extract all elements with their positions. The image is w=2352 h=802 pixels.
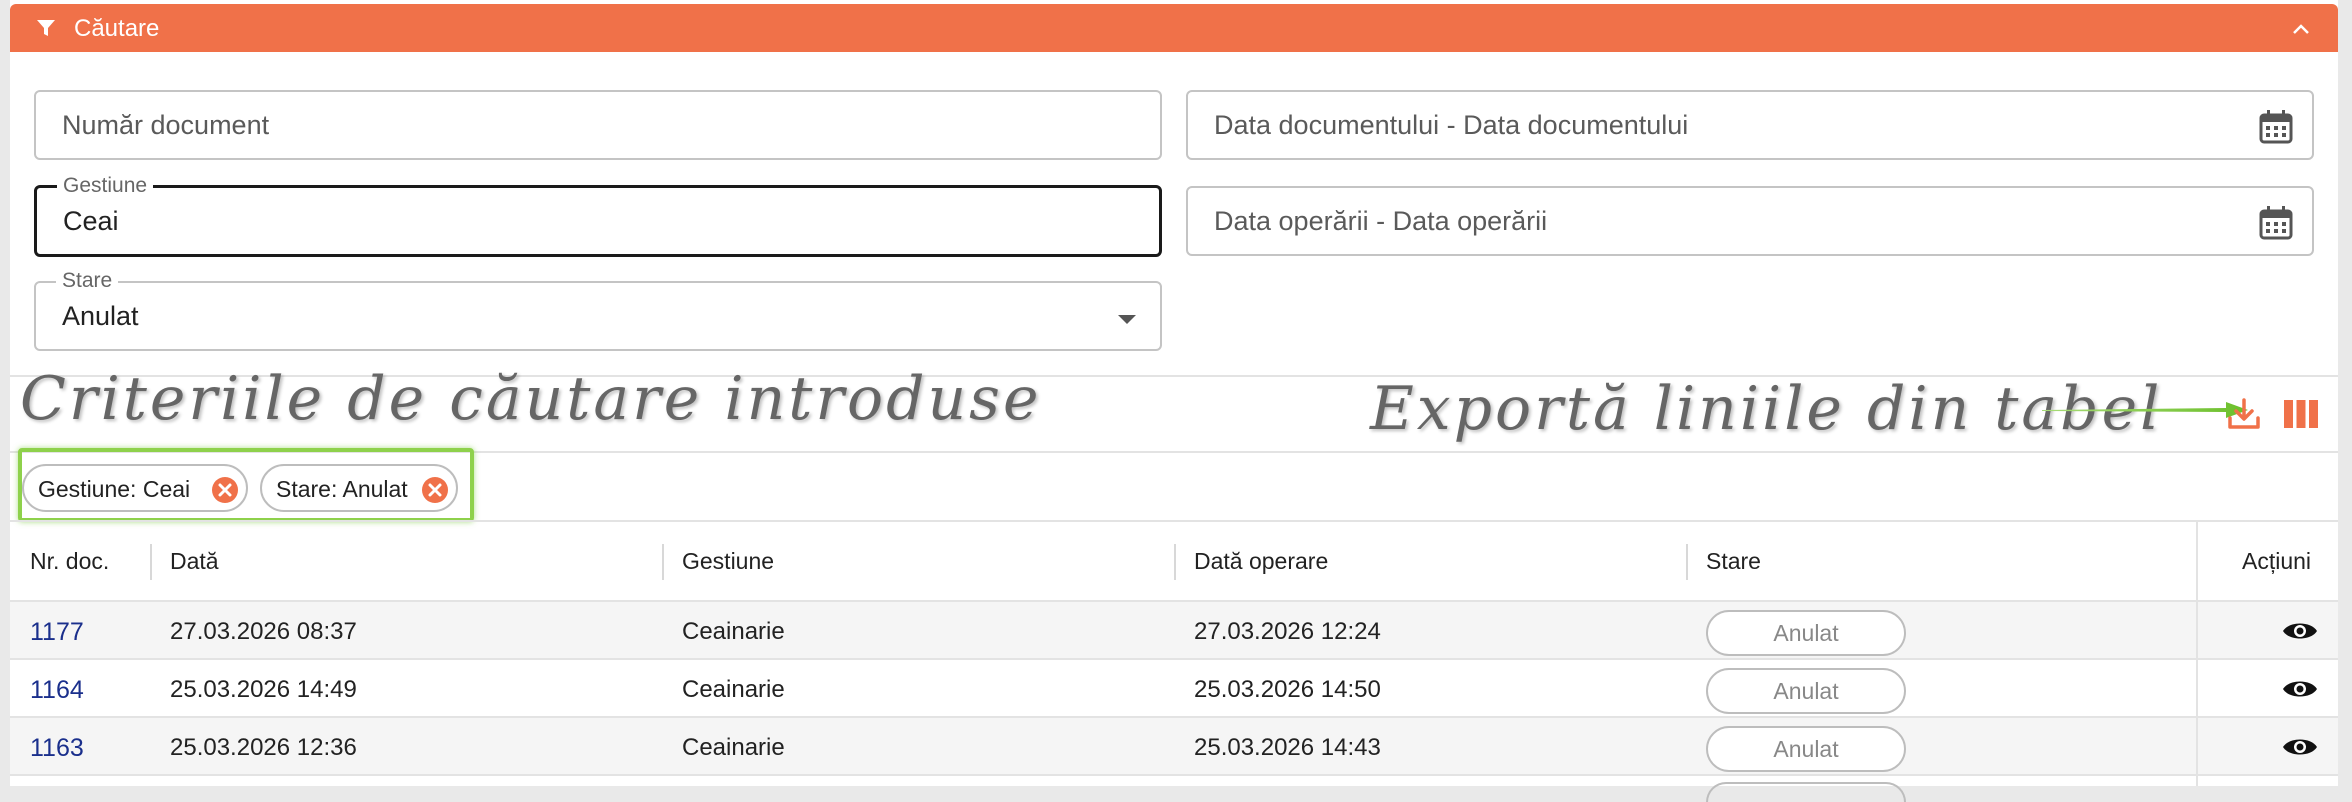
table-row: 1177 27.03.2026 08:37 Ceainarie 27.03.20… bbox=[10, 600, 2338, 658]
column-header-data-operare[interactable]: Dată operare bbox=[1194, 548, 1328, 575]
cell-data: 25.03.2026 12:36 bbox=[170, 734, 357, 761]
status-badge bbox=[1706, 782, 1906, 802]
cell-data: 25.03.2026 14:49 bbox=[170, 676, 357, 703]
numar-document-input[interactable]: Număr document bbox=[34, 90, 1162, 160]
cell-data-operare: 27.03.2026 12:24 bbox=[1194, 618, 1381, 645]
remove-chip-icon[interactable] bbox=[422, 477, 448, 503]
column-header-nr-doc[interactable]: Nr. doc. bbox=[30, 548, 109, 575]
cell-gestiune: Ceainarie bbox=[682, 618, 785, 645]
column-header-stare[interactable]: Stare bbox=[1706, 548, 1761, 575]
column-separator[interactable] bbox=[150, 544, 152, 580]
cell-data-operare: 25.03.2026 14:43 bbox=[1194, 734, 1381, 761]
data-documentului-input[interactable]: Data documentului - Data documentului bbox=[1186, 90, 2314, 160]
cell-gestiune: Ceainarie bbox=[682, 676, 785, 703]
data-operarii-input[interactable]: Data operării - Data operării bbox=[1186, 186, 2314, 256]
chip-label: Gestiune: Ceai bbox=[38, 476, 191, 502]
column-separator[interactable] bbox=[1174, 544, 1176, 580]
cell-data-operare: 25.03.2026 14:50 bbox=[1194, 676, 1381, 703]
numar-document-placeholder: Număr document bbox=[62, 110, 270, 140]
chevron-up-icon[interactable] bbox=[2290, 18, 2312, 40]
annotation-arrow-icon bbox=[2042, 402, 2248, 418]
doc-number-link[interactable]: 1164 bbox=[30, 676, 84, 705]
filter-icon bbox=[37, 20, 55, 36]
calendar-icon[interactable] bbox=[2258, 109, 2294, 145]
eye-icon[interactable] bbox=[2282, 619, 2318, 643]
column-separator[interactable] bbox=[1686, 544, 1688, 580]
filter-chip-stare[interactable]: Stare: Anulat bbox=[260, 464, 458, 512]
chip-label: Stare: Anulat bbox=[276, 476, 408, 502]
data-operarii-placeholder: Data operării - Data operării bbox=[1214, 206, 1548, 236]
doc-number-link[interactable]: 1163 bbox=[30, 734, 84, 763]
gestiune-label: Gestiune bbox=[57, 174, 154, 198]
status-badge: Anulat bbox=[1706, 610, 1906, 656]
stare-select[interactable]: Stare Anulat bbox=[34, 269, 1162, 351]
stare-label: Stare bbox=[56, 269, 119, 293]
column-header-actiuni: Acțiuni bbox=[2242, 548, 2312, 574]
stare-value: Anulat bbox=[62, 301, 139, 331]
divider bbox=[10, 520, 2338, 522]
column-header-gestiune[interactable]: Gestiune bbox=[682, 548, 774, 575]
table-row: 1163 25.03.2026 12:36 Ceainarie 25.03.20… bbox=[10, 716, 2338, 774]
filter-chip-gestiune[interactable]: Gestiune: Ceai bbox=[22, 464, 248, 512]
download-icon[interactable] bbox=[2226, 396, 2262, 432]
table-row bbox=[10, 774, 2338, 802]
status-badge: Anulat bbox=[1706, 726, 1906, 772]
eye-icon[interactable] bbox=[2282, 735, 2318, 759]
annotation-criteria: Criteriile de căutare introduse bbox=[20, 364, 1042, 434]
columns-icon[interactable] bbox=[2284, 400, 2318, 428]
doc-number-link[interactable]: 1177 bbox=[30, 618, 84, 647]
gestiune-input[interactable]: Gestiune Ceai bbox=[34, 174, 1162, 257]
remove-chip-icon[interactable] bbox=[212, 477, 238, 503]
data-documentului-placeholder: Data documentului - Data documentului bbox=[1214, 110, 1689, 140]
gestiune-value: Ceai bbox=[63, 206, 119, 236]
calendar-icon[interactable] bbox=[2258, 205, 2294, 241]
status-badge: Anulat bbox=[1706, 668, 1906, 714]
actions-column-separator bbox=[2196, 520, 2198, 786]
column-header-data[interactable]: Dată bbox=[170, 548, 219, 575]
cell-data: 27.03.2026 08:37 bbox=[170, 618, 357, 645]
eye-icon[interactable] bbox=[2282, 677, 2318, 701]
column-separator[interactable] bbox=[662, 544, 664, 580]
dropdown-arrow-icon[interactable] bbox=[1118, 315, 1136, 324]
search-panel-title: Căutare bbox=[74, 15, 160, 42]
search-panel-header[interactable]: Căutare bbox=[10, 4, 2338, 52]
cell-gestiune: Ceainarie bbox=[682, 734, 785, 761]
search-panel: Căutare Număr document Data documentului… bbox=[10, 0, 2338, 802]
table-row: 1164 25.03.2026 14:49 Ceainarie 25.03.20… bbox=[10, 658, 2338, 716]
